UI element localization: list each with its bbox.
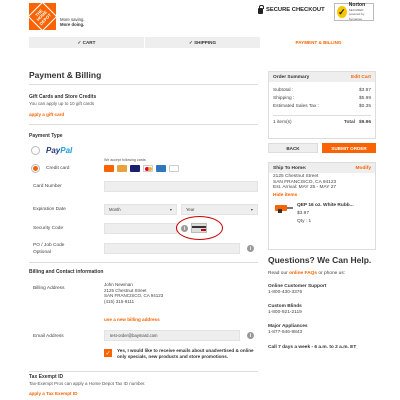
ship-to-home-box: Ship To Home: Modify 2125 Chestnut Stree… [268,162,376,250]
summary-total-row: 1 item(s) Total $9.96 [273,120,371,125]
ship-to-home-title: Ship To Home: [273,165,307,171]
product-image [275,203,293,214]
info-icon[interactable]: i [247,245,254,252]
logo-text: THE HOME DEPOT [27,1,58,32]
discover-card-icon [169,165,179,172]
card-number-input[interactable] [104,181,258,192]
billing-address-value: John Newman 2125 Chestnut Street SAN FRA… [104,282,164,304]
help-title: Questions? We Can Help. [268,255,372,265]
email-opt-in-checkbox[interactable]: ✓ [104,349,112,357]
month-select[interactable]: Month ▾ [104,204,177,215]
product-quantity: Qty : 1 [297,218,312,224]
billing-title: Billing and Contact information [29,269,104,275]
faq-link[interactable]: online FAQs [289,271,317,276]
highlight-circle [176,216,223,240]
contact-online-support: Online Customer Support 1-800-430-3376 [268,284,327,295]
chevron-down-icon: ▾ [169,207,172,212]
paypal-logo: PayPal [46,146,73,155]
lock-icon [258,5,264,14]
visa-card-icon [130,165,140,172]
contact-major-appliances: Major Appliances 1-877-946-9843 [268,324,308,335]
home-depot-card-icon [104,165,114,172]
amex-card-icon [156,165,166,172]
divider [29,262,258,263]
expiration-label: Expiration Date [33,207,66,212]
support-hours: Call 7 days a week - 6 a.m. to 2 a.m. ET [268,345,357,350]
divider [29,84,258,85]
checkout-steps: ✓ CART ✓ SHIPPING PAYMENT & BILLING [29,37,376,48]
tax-exempt-subtitle: Tax-Exempt Pros can apply a Home Depot T… [29,381,146,386]
year-select[interactable]: Year ▾ [181,204,258,215]
order-summary: Order Summary Edit Cart Subtotal : $3.97 … [268,71,376,139]
new-billing-address-link[interactable]: use a new billing address [104,317,160,322]
tax-exempt-title: Tax Exempt ID [29,374,64,380]
po-job-code-input[interactable] [104,243,240,254]
po-optional-label: Optional [33,250,51,255]
home-depot-logo[interactable]: THE HOME DEPOT [27,1,58,32]
summary-row: Estimated Sales Tax : $0.35 [273,104,371,109]
secure-checkout: SECURE CHECKOUT [258,5,325,14]
home-depot-commercial-card-icon [117,165,127,172]
modify-shipping-link[interactable]: Modify [356,166,371,171]
order-summary-title: Order Summary [273,74,310,80]
accepted-cards [104,165,179,172]
info-icon[interactable]: i [247,332,254,339]
divider [29,124,258,125]
mastercard-icon [143,165,153,172]
step-cart[interactable]: ✓ CART [29,37,145,48]
tagline: More saving. More doing. [60,17,85,27]
security-code-label: Security Code [33,226,64,231]
credit-card-label: Credit card [46,166,70,171]
gift-cards-title: Gift Cards and Store Credits [29,94,97,100]
po-job-code-label: PO / Job Code [33,243,65,248]
apply-gift-card-link[interactable]: apply a gift card [29,112,64,117]
cart-item: QEP 16 oz. White Rubb... $3.97 Qty : 1 [269,199,375,224]
checkmark-icon: ✓ [337,6,347,18]
credit-card-radio[interactable] [31,164,40,173]
step-payment: PAYMENT & BILLING [261,37,376,48]
email-input[interactable]: test-order@baymard.com [104,330,240,341]
email-opt-in-label: Yes, I would like to receive emails abou… [117,348,254,359]
accepted-cards-note: We accept following cards [104,158,146,162]
step-shipping[interactable]: ✓ SHIPPING [145,37,261,48]
back-button[interactable]: BACK [268,143,318,153]
page-title: Payment & Billing [29,70,102,80]
norton-badge[interactable]: ✓ Norton SECURED powered by Symantec [334,3,374,21]
apply-tax-exempt-link[interactable]: apply a Tax Exempt ID [29,391,77,396]
card-number-label: Card Number [33,184,62,189]
faq-line: Read our online FAQs or phone us: [268,271,346,276]
divider [29,371,258,372]
security-code-input[interactable] [104,223,177,234]
product-name[interactable]: QEP 16 oz. White Rubb... [297,203,354,209]
payment-type-title: Payment Type [29,133,63,139]
chevron-down-icon: ▾ [250,207,253,212]
billing-address-label: Billing Address [33,286,65,291]
gift-cards-subtitle: You can apply up to 10 gift cards [29,101,95,106]
hide-items-link[interactable]: Hide items [269,192,375,200]
submit-order-button[interactable]: SUBMIT ORDER [322,143,376,153]
shipping-address: 2125 Chestnut Street SAN FRANCISCO, CA 9… [273,174,337,191]
edit-cart-link[interactable]: Edit Cart [351,75,371,80]
contact-custom-blinds: Custom Blinds 1-800-921-2119 [268,304,302,315]
paypal-radio[interactable] [31,146,40,155]
email-label: Email Address [33,334,64,339]
